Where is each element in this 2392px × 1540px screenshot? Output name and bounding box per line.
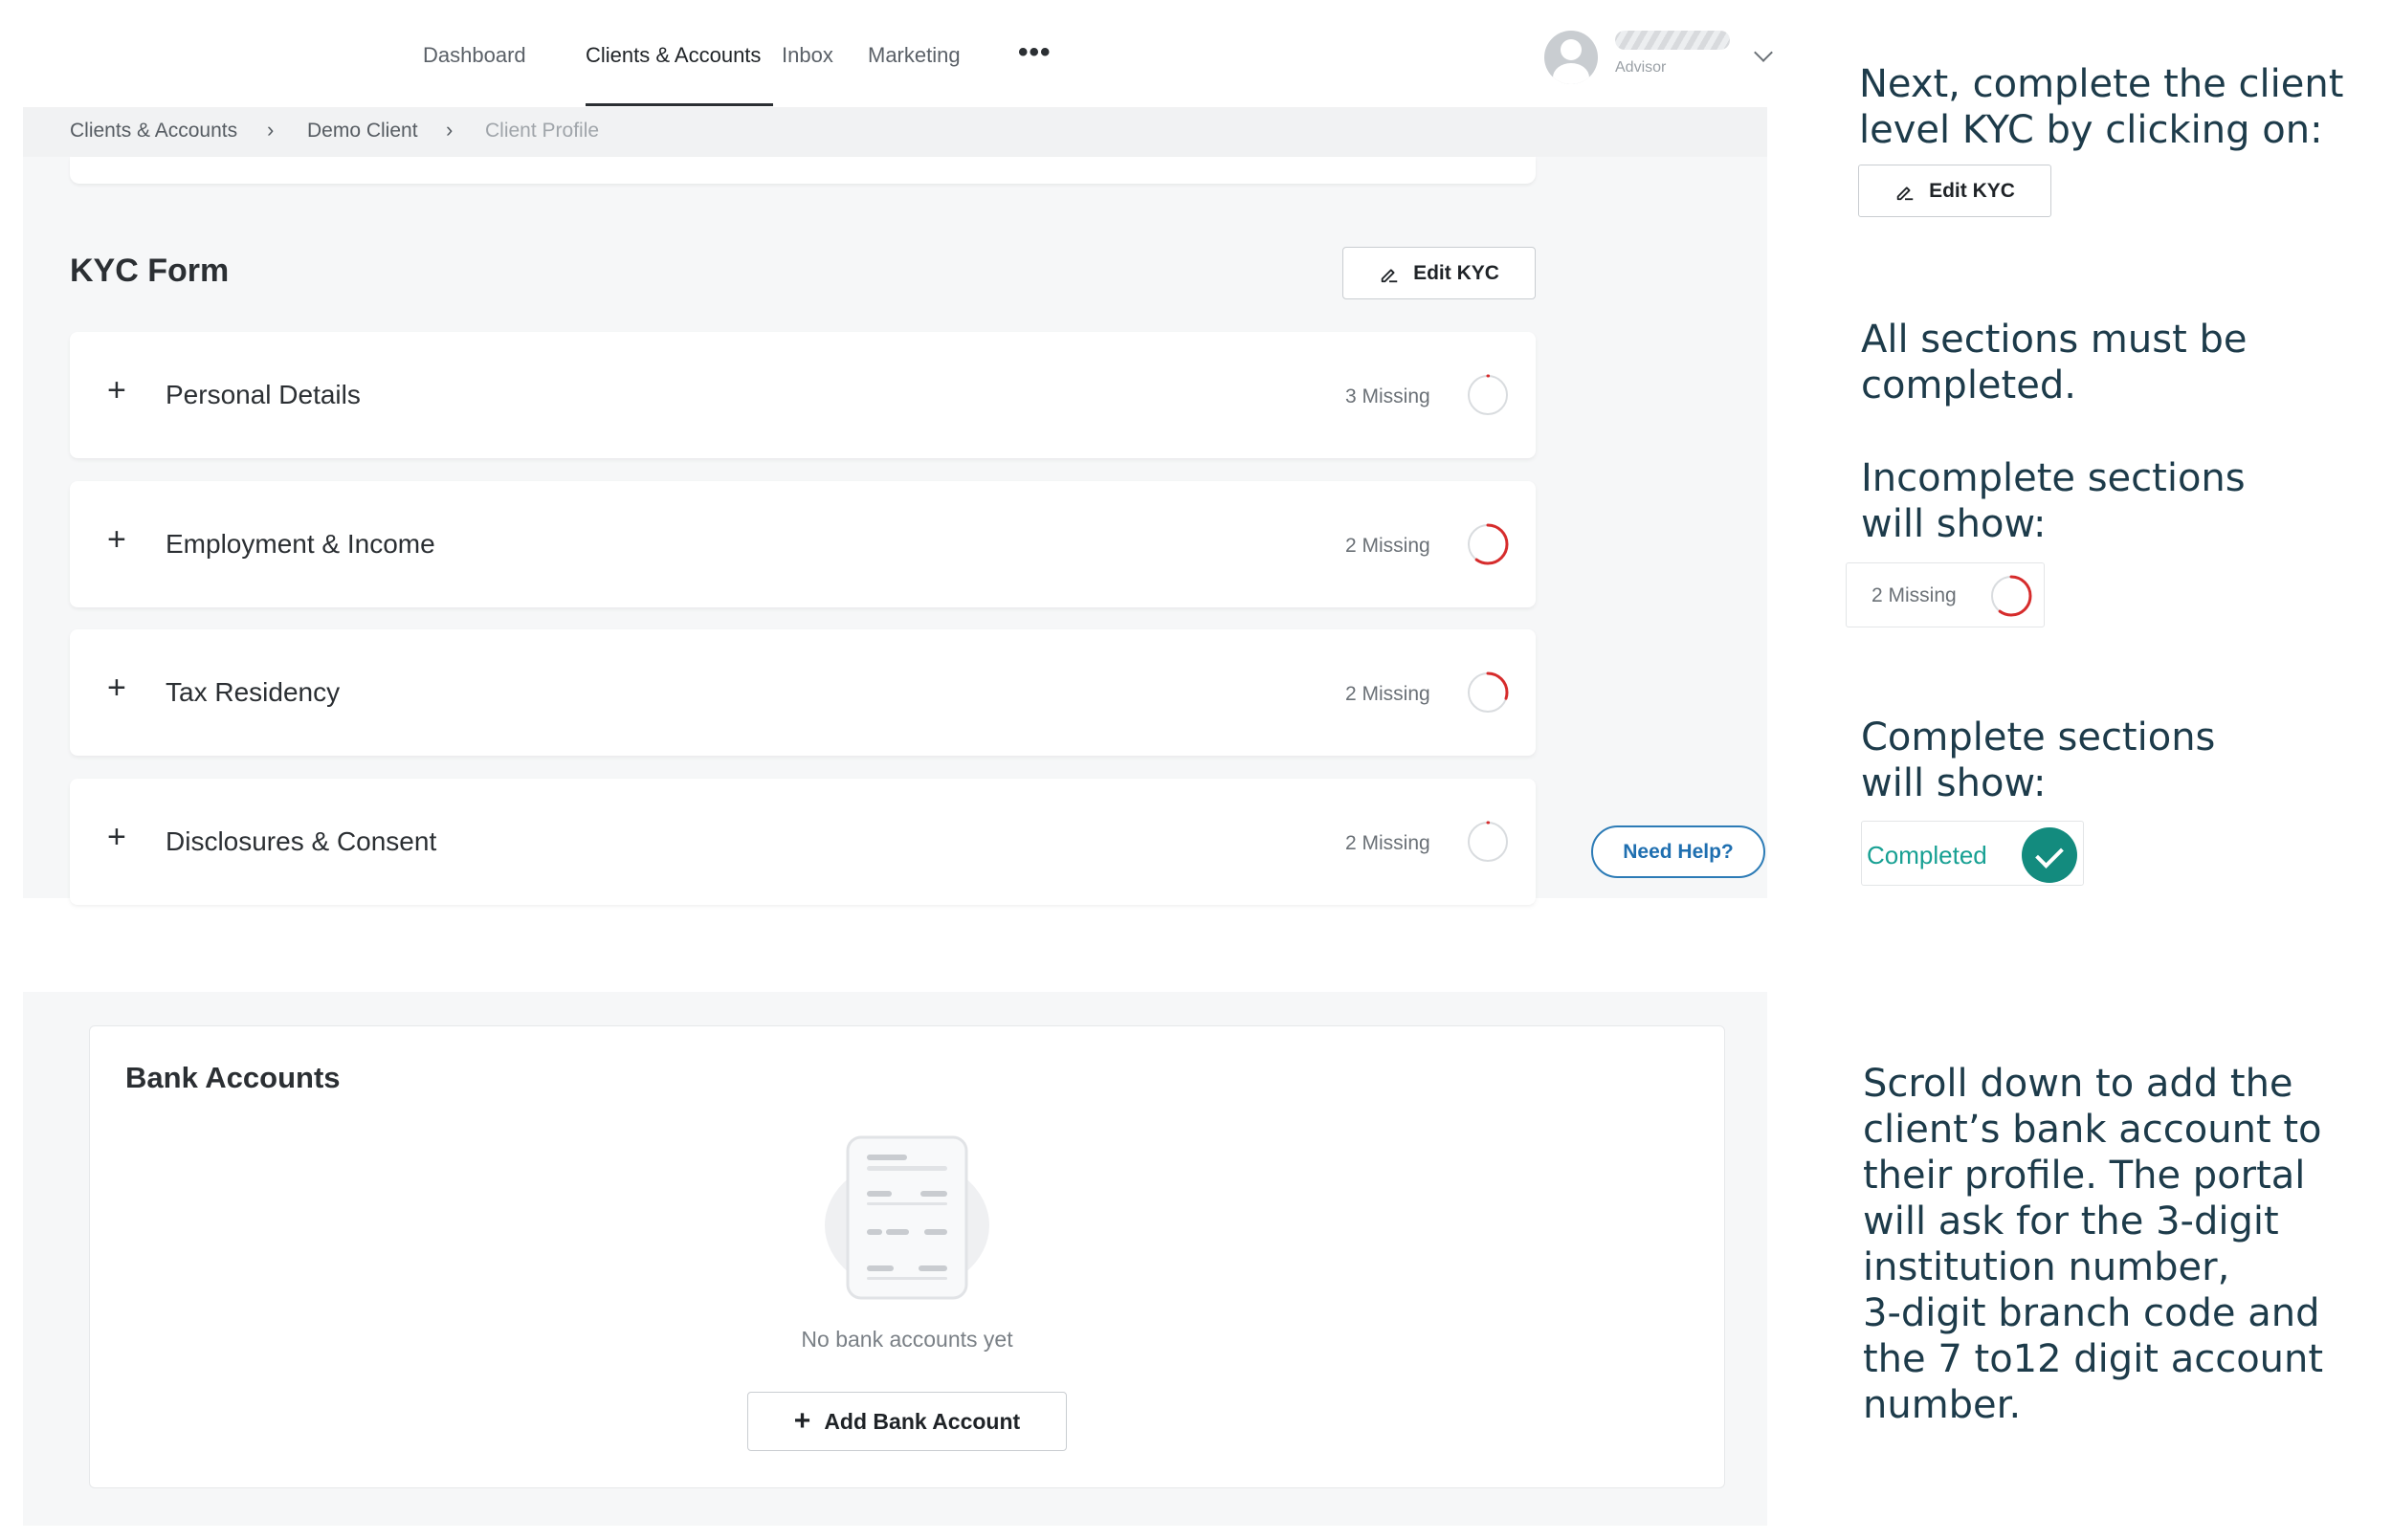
plus-icon[interactable]: + — [107, 372, 126, 409]
example-edit-kyc-label: Edit KYC — [1929, 179, 2015, 202]
progress-ring-track — [1468, 375, 1508, 415]
kyc-section-tax-residency[interactable]: + Tax Residency 2 Missing — [70, 629, 1536, 756]
pen-icon — [1381, 268, 1398, 282]
check-circle-icon — [2022, 827, 2077, 883]
plus-icon: + — [793, 1405, 811, 1437]
breadcrumb-client-profile: Client Profile — [485, 120, 600, 142]
nav-marketing[interactable]: Marketing — [868, 43, 961, 68]
user-avatar-icon[interactable] — [1544, 31, 1598, 84]
nav-inbox[interactable]: Inbox — [782, 43, 833, 68]
example-missing-status: 2 Missing — [1846, 562, 2045, 627]
pen-icon — [1896, 186, 1914, 200]
breadcrumb-separator: › — [267, 118, 275, 142]
example-missing-label: 2 Missing — [1872, 584, 1957, 606]
instruction-step-1: Next, complete the client level KYC by c… — [1859, 62, 2344, 152]
breadcrumb-clients-accounts[interactable]: Clients & Accounts — [70, 120, 237, 143]
edit-kyc-button[interactable]: Edit KYC — [1342, 247, 1536, 299]
top-navigation: Dashboard Clients & Accounts Inbox Marke… — [23, 0, 1773, 107]
bank-accounts-card: Bank Accounts No bank accounts yet + Add… — [89, 1025, 1725, 1488]
example-completed-label: Completed — [1867, 841, 1987, 869]
kyc-section-employment-income[interactable]: + Employment & Income 2 Missing — [70, 481, 1536, 607]
missing-count: 2 Missing — [1345, 683, 1430, 705]
progress-ring-icon — [1467, 821, 1509, 863]
edit-kyc-label: Edit KYC — [1413, 261, 1499, 284]
previous-card — [70, 157, 1536, 184]
progress-ring-icon — [1990, 575, 2032, 617]
missing-count: 2 Missing — [1345, 535, 1430, 557]
breadcrumb: Clients & Accounts › Demo Client › Clien… — [23, 107, 1767, 157]
nav-clients-accounts[interactable]: Clients & Accounts — [586, 43, 761, 68]
need-help-button[interactable]: Need Help? — [1591, 825, 1765, 878]
kyc-section-personal-details[interactable]: + Personal Details 3 Missing — [70, 332, 1536, 458]
kyc-form-title: KYC Form — [70, 253, 230, 289]
section-label: Disclosures & Consent — [166, 826, 437, 856]
user-name-redacted — [1615, 31, 1730, 50]
progress-ring-icon — [1467, 523, 1509, 565]
chevron-down-icon[interactable] — [1754, 43, 1773, 62]
user-role: Advisor — [1615, 59, 1667, 76]
instruction-step-5: Scroll down to add the client’s bank acc… — [1863, 1062, 2324, 1427]
example-edit-kyc-button: Edit KYC — [1858, 165, 2051, 217]
missing-count: 3 Missing — [1345, 385, 1430, 407]
section-label: Employment & Income — [166, 529, 435, 559]
plus-icon[interactable]: + — [107, 819, 126, 856]
nav-active-underline — [586, 103, 773, 106]
bank-accounts-title: Bank Accounts — [125, 1061, 341, 1094]
instruction-step-2: All sections must be completed. — [1861, 318, 2248, 407]
instruction-step-4: Complete sections will show: — [1861, 715, 2216, 805]
nav-dashboard[interactable]: Dashboard — [423, 43, 526, 68]
progress-ring-icon — [1467, 671, 1509, 714]
section-label: Tax Residency — [166, 677, 341, 707]
more-horizontal-icon[interactable]: ••• — [1018, 36, 1052, 69]
progress-ring-icon — [1467, 374, 1509, 416]
empty-state-text: No bank accounts yet — [801, 1327, 1013, 1352]
empty-list-illustration-icon — [825, 1135, 989, 1300]
add-bank-account-button[interactable]: + Add Bank Account — [747, 1392, 1067, 1451]
instruction-step-3: Incomplete sections will show: — [1861, 456, 2246, 546]
section-label: Personal Details — [166, 380, 361, 409]
breadcrumb-separator: › — [446, 118, 454, 142]
progress-ring-track — [1468, 822, 1508, 862]
example-completed-status: Completed — [1861, 821, 2084, 886]
plus-icon[interactable]: + — [107, 521, 126, 559]
add-bank-account-label: Add Bank Account — [824, 1408, 1021, 1434]
missing-count: 2 Missing — [1345, 832, 1430, 854]
plus-icon[interactable]: + — [107, 670, 126, 707]
kyc-section-disclosures-consent[interactable]: + Disclosures & Consent 2 Missing — [70, 779, 1536, 905]
breadcrumb-demo-client[interactable]: Demo Client — [307, 120, 418, 143]
